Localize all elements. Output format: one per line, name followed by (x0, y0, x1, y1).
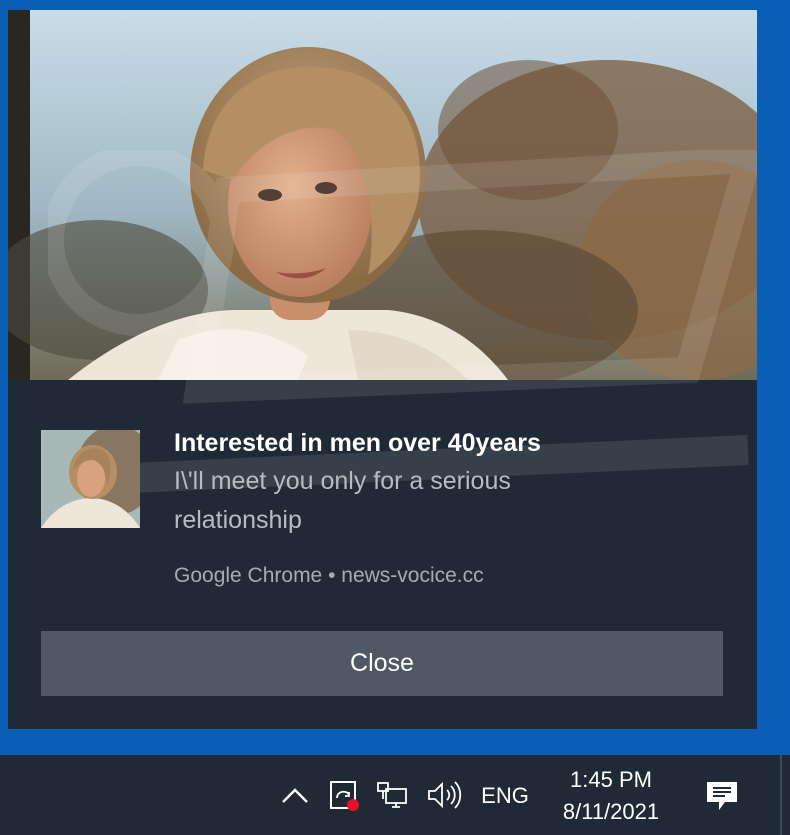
action-center-icon[interactable] (704, 779, 740, 813)
sender-thumbnail (41, 430, 140, 528)
windows-defender-icon[interactable] (328, 778, 360, 812)
notification-toast[interactable]: Interested in men over 40years I\'ll mee… (8, 10, 757, 729)
network-icon[interactable] (376, 779, 410, 811)
volume-icon[interactable] (426, 779, 462, 811)
notification-message: I\'ll meet you only for a serious relati… (174, 467, 511, 534)
hero-image[interactable] (8, 10, 757, 380)
taskbar-divider (780, 755, 782, 835)
system-clock[interactable]: 1:45 PM 8/11/2021 (552, 761, 670, 831)
notification-title: Interested in men over 40years (174, 429, 541, 457)
taskbar: ENG 1:45 PM 8/11/2021 (0, 755, 790, 835)
notification-source: Google Chrome • news-vocice.cc (174, 564, 484, 587)
chevron-up-icon[interactable] (280, 780, 310, 810)
close-button[interactable]: Close (41, 631, 723, 696)
language-indicator[interactable]: ENG (478, 783, 532, 809)
clock-date: 8/11/2021 (562, 799, 660, 824)
clock-time: 1:45 PM (570, 767, 652, 792)
